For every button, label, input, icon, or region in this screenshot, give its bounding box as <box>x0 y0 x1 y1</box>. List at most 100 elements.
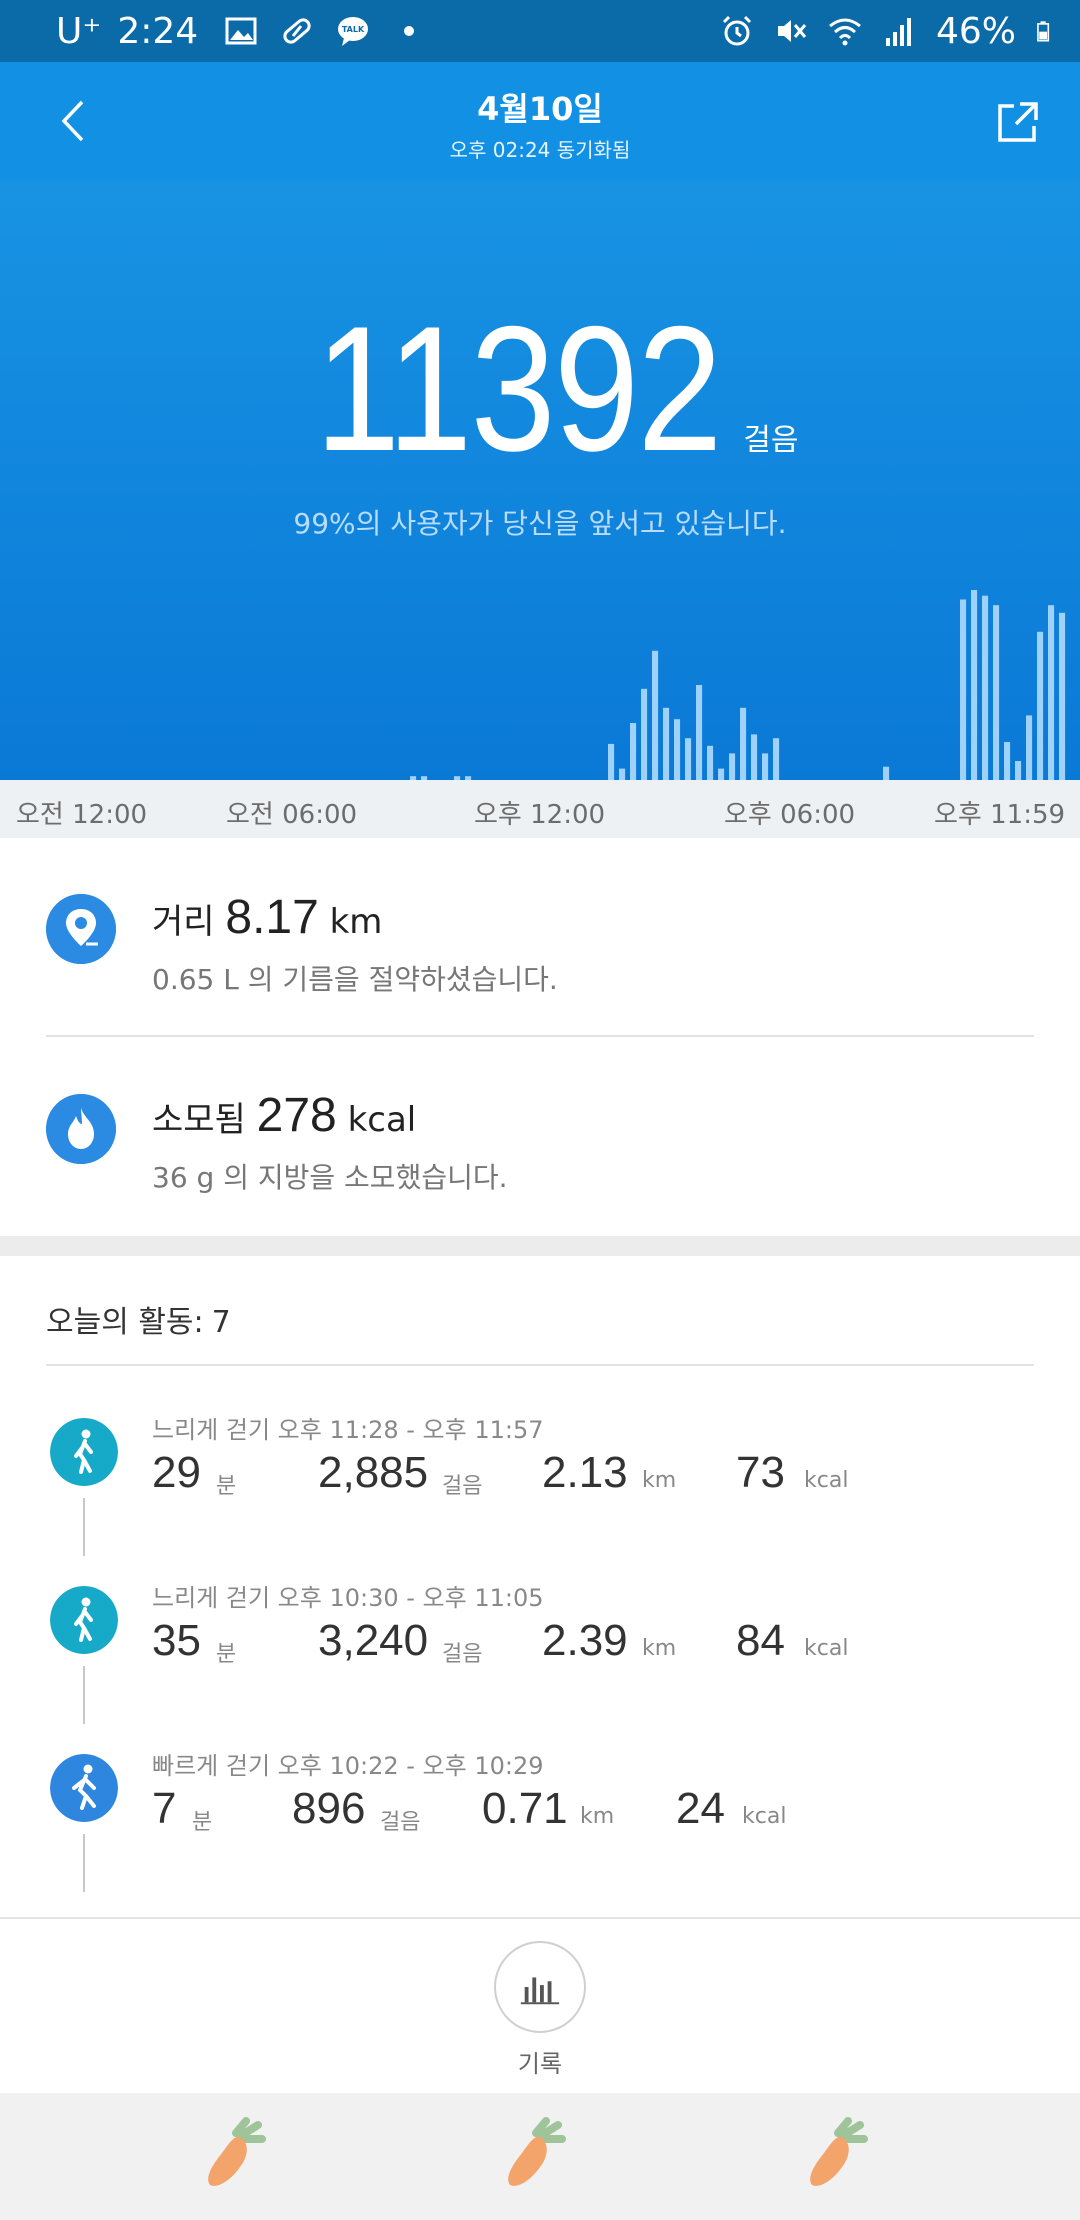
step-count: 11392 걸음 <box>0 300 1080 478</box>
bar-chart-icon <box>524 1987 529 2003</box>
kcal-unit: kcal <box>804 1468 849 1493</box>
notification-icons: TALK <box>224 14 426 48</box>
axis-label: 오전 12:00 <box>16 800 148 830</box>
histogram-bar <box>971 590 978 780</box>
carrot-icon <box>508 2117 566 2186</box>
share-icon[interactable] <box>996 100 1040 144</box>
histogram-bar <box>762 753 769 780</box>
axis-label: 오전 06:00 <box>226 800 358 830</box>
histogram-bar <box>960 599 967 780</box>
talk-icon: TALK <box>338 17 369 46</box>
histogram-bar <box>1048 605 1055 780</box>
record-button[interactable] <box>494 1941 586 2033</box>
histogram-bar <box>674 719 681 780</box>
carrier-label: U⁺ <box>56 10 102 52</box>
calories-value: 278 <box>256 1089 337 1142</box>
alarm-icon <box>722 15 752 46</box>
timeline-connector <box>83 1666 85 1724</box>
timeline-connector <box>83 1834 85 1892</box>
activity-distance: 2.39 <box>542 1616 628 1665</box>
page-title: 4월10일 <box>477 90 603 128</box>
activity-minutes: 29 <box>152 1448 201 1497</box>
footer-decoration <box>0 2093 1080 2220</box>
axis-label: 오후 06:00 <box>724 800 856 830</box>
activities-heading: 오늘의 활동: 7 <box>46 1297 231 1341</box>
axis-label: 오후 11:59 <box>934 800 1066 830</box>
distance-unit: km <box>642 1636 677 1661</box>
activity-item[interactable]: 빠르게 걷기 오후 10:22 - 오후 10:29 7 분 896 걸음 0.… <box>0 1724 1080 1892</box>
signal-icon <box>885 18 911 46</box>
distance-unit: km <box>642 1468 677 1493</box>
histogram-bar <box>630 723 637 780</box>
divider <box>46 1364 1034 1366</box>
histogram-bar <box>729 753 736 780</box>
steps-unit: 걸음 <box>380 1810 421 1835</box>
timeline-connector <box>83 1498 85 1556</box>
activity-kcal: 24 <box>676 1784 725 1833</box>
flame-icon <box>46 1094 116 1164</box>
record-label: 기록 <box>517 2050 563 2078</box>
activities-count: 7 <box>211 1305 231 1340</box>
activity-kcal: 84 <box>736 1616 785 1665</box>
wifi-icon <box>829 18 861 46</box>
brisk-walking-icon <box>50 1754 118 1822</box>
histogram-bar <box>696 685 703 780</box>
calories-card[interactable]: 소모됨 278 kcal 36 g 의 지방을 소모했습니다. <box>0 1036 1080 1236</box>
minutes-unit: 분 <box>192 1810 213 1835</box>
histogram-bar <box>993 605 1000 780</box>
histogram-bar <box>707 745 714 780</box>
histogram-bar <box>608 743 615 780</box>
histogram-bar <box>740 707 747 780</box>
status-time: 2:24 <box>117 10 199 52</box>
axis-label: 오후 12:00 <box>474 800 606 830</box>
histogram-bar <box>663 707 670 780</box>
calories-unit: kcal <box>347 1100 417 1140</box>
fuel-saved-text: 0.65 L 의 기름을 절약하셨습니다. <box>152 963 558 996</box>
location-pin-icon <box>46 894 116 964</box>
steps-unit: 걸음 <box>442 1474 483 1499</box>
carrot-icon <box>208 2117 266 2186</box>
histogram-bar <box>1004 742 1011 780</box>
battery-percent: 46% <box>935 10 1016 52</box>
histogram-bar <box>1026 715 1033 780</box>
divider <box>0 1917 1080 1919</box>
histogram-bar <box>1059 612 1066 780</box>
user-rank-text: 99%의 사용자가 당신을 앞서고 있습니다. <box>293 507 787 540</box>
activity-item[interactable]: 느리게 걷기 오후 11:28 - 오후 11:57 29 분 2,885 걸음… <box>0 1388 1080 1556</box>
steps-unit: 걸음 <box>442 1642 483 1667</box>
walking-icon <box>50 1586 118 1654</box>
distance-unit: km <box>329 902 383 942</box>
activity-title: 느리게 걷기 오후 11:28 - 오후 11:57 <box>152 1416 544 1444</box>
histogram-bar <box>1015 761 1022 780</box>
histogram-bar <box>883 766 890 780</box>
calories-line: 소모됨 278 kcal <box>152 1088 416 1143</box>
histogram-bar <box>619 768 626 780</box>
section-gap <box>0 1236 1080 1256</box>
system-icons: 46% <box>720 11 1058 52</box>
dot-icon <box>404 26 415 36</box>
minutes-unit: 분 <box>216 1474 237 1499</box>
histogram-bar <box>751 734 758 780</box>
step-count-value: 11392 <box>314 289 722 488</box>
distance-card[interactable]: 거리 8.17 km 0.65 L 의 기름을 절약하셨습니다. <box>0 838 1080 1038</box>
time-axis: 오전 12:00 오전 06:00 오후 12:00 오후 06:00 오후 1… <box>0 780 1080 838</box>
kcal-unit: kcal <box>742 1804 787 1829</box>
histogram-bar <box>641 688 648 780</box>
activity-steps: 3,240 <box>318 1616 429 1665</box>
pill-icon <box>283 18 311 44</box>
activity-title: 느리게 걷기 오후 10:30 - 오후 11:05 <box>152 1584 544 1612</box>
calories-label: 소모됨 <box>152 1100 246 1140</box>
activity-minutes: 7 <box>152 1784 177 1833</box>
steps-summary: 11392 걸음 99%의 사용자가 당신을 앞서고 있습니다. <box>0 180 1080 780</box>
kcal-unit: kcal <box>804 1636 849 1661</box>
histogram-bar <box>652 650 659 780</box>
activity-item[interactable]: 느리게 걷기 오후 10:30 - 오후 11:05 35 분 3,240 걸음… <box>0 1556 1080 1724</box>
talk-label: TALK <box>342 25 365 34</box>
activities-title: 오늘의 활동: <box>46 1305 204 1340</box>
activity-title: 빠르게 걷기 오후 10:22 - 오후 10:29 <box>152 1752 544 1780</box>
sync-status: 오후 02:24 동기화됨 <box>449 138 631 162</box>
activity-steps: 2,885 <box>318 1448 429 1497</box>
distance-unit: km <box>580 1804 615 1829</box>
carrot-icon <box>810 2117 868 2186</box>
mute-icon <box>777 20 807 42</box>
